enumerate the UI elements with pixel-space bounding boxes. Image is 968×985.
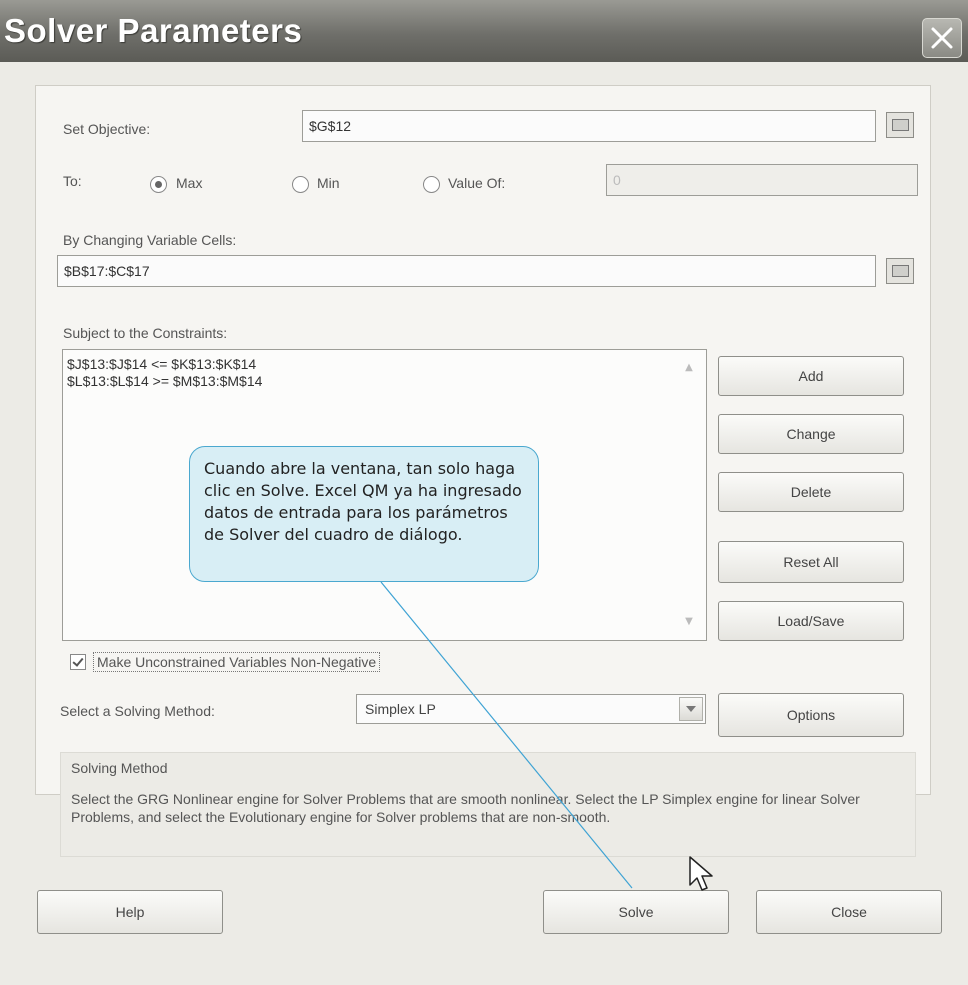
- solver-parameters-dialog: Solver Parameters Set Objective: $G$12 T…: [0, 0, 968, 985]
- mouse-cursor-icon: [689, 856, 713, 891]
- instruction-callout: Cuando abre la ventana, tan solo haga cl…: [189, 446, 539, 582]
